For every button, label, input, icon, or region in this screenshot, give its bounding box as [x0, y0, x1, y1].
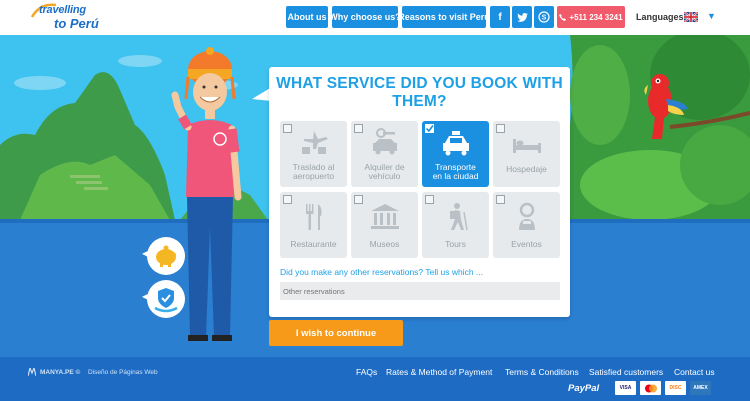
- facebook-icon[interactable]: f: [490, 6, 510, 28]
- service-option-car-rental[interactable]: Alquiler de vehículo: [351, 121, 418, 187]
- service-label: Restaurante: [290, 239, 337, 249]
- service-checkbox[interactable]: [425, 195, 434, 204]
- service-option-museum[interactable]: Museos: [351, 192, 418, 258]
- nav-reasons-visit-peru[interactable]: Reasons to visit Peru: [398, 6, 490, 28]
- panel-title: WHAT SERVICE DID YOU BOOK WITH THEM?: [269, 75, 570, 111]
- airport-icon: [302, 131, 328, 154]
- mastercard-circles-icon: [644, 384, 657, 392]
- language-dropdown-arrow-icon[interactable]: ▼: [707, 11, 716, 21]
- service-option-taxi[interactable]: Transporte en la ciudad: [422, 121, 489, 187]
- skype-symbol-icon: S: [538, 11, 550, 23]
- protection-button[interactable]: [147, 280, 185, 318]
- service-checkbox[interactable]: [283, 195, 292, 204]
- events-icon: [519, 202, 535, 230]
- service-option-lodging[interactable]: Hospedaje: [493, 121, 560, 187]
- phone-button[interactable]: +511 234 3241: [557, 6, 625, 28]
- footer-link-faqs[interactable]: FAQs: [356, 367, 377, 377]
- service-label: aeropuerto: [292, 171, 335, 181]
- car-rental-icon: [373, 128, 397, 155]
- hiking-icon: [450, 203, 468, 231]
- service-checkbox[interactable]: [283, 124, 292, 133]
- continue-button[interactable]: I wish to continue: [269, 320, 403, 346]
- nav-why-choose-us[interactable]: Why choose us?: [329, 6, 401, 28]
- visa-card-icon: VISA: [615, 381, 636, 395]
- footer-link-terms[interactable]: Terms & Conditions: [505, 367, 579, 377]
- logo[interactable]: travelling to Perú: [30, 3, 116, 33]
- manya-logo-icon: [28, 368, 36, 376]
- credit-text[interactable]: Diseño de Páginas Web: [88, 369, 158, 376]
- service-option-restaurant[interactable]: Restaurante: [280, 192, 347, 258]
- phone-number: +511 234 3241: [569, 12, 623, 22]
- service-label: Museos: [369, 239, 400, 249]
- service-checkbox[interactable]: [354, 195, 363, 204]
- twitter-icon[interactable]: [512, 6, 532, 28]
- phone-icon: [559, 13, 567, 21]
- service-label: vehículo: [368, 171, 401, 181]
- side-arrow-icon: ◀: [142, 249, 149, 258]
- skype-icon[interactable]: S: [534, 6, 554, 28]
- twitter-bird-icon: [516, 12, 528, 22]
- service-checkbox[interactable]: [496, 124, 505, 133]
- footer-link-contact[interactable]: Contact us: [674, 367, 715, 377]
- service-checkbox[interactable]: [496, 195, 505, 204]
- panel-title-line2: THEM?: [392, 93, 447, 110]
- svg-text:S: S: [542, 15, 547, 22]
- service-checkbox-checked[interactable]: [425, 124, 434, 133]
- service-panel: WHAT SERVICE DID YOU BOOK WITH THEM? Tra…: [269, 67, 570, 317]
- shield-hand-icon: [154, 288, 178, 313]
- museum-icon: [371, 204, 399, 229]
- other-reservations-question: Did you make any other reservations? Tel…: [280, 267, 483, 277]
- service-label: Tours: [445, 239, 466, 249]
- panel-title-line1: WHAT SERVICE DID YOU BOOK WITH: [276, 75, 563, 92]
- footer-link-satisfied-customers[interactable]: Satisfied customers: [589, 367, 663, 377]
- languages-label: Languages:: [636, 12, 687, 22]
- parrot-illustration: [644, 74, 688, 139]
- other-reservations-input[interactable]: [280, 282, 560, 300]
- uk-flag-icon[interactable]: [684, 12, 698, 22]
- footer: MANYA.PE © Diseño de Páginas Web FAQs Ra…: [0, 357, 750, 401]
- credit-brand[interactable]: MANYA.PE ©: [40, 369, 80, 376]
- savings-button[interactable]: [147, 237, 185, 275]
- service-label: Eventos: [511, 239, 542, 249]
- footer-link-rates-payment[interactable]: Rates & Method of Payment: [386, 367, 492, 377]
- header: travelling to Perú About us Why choose u…: [0, 0, 750, 35]
- nav-about-us[interactable]: About us: [286, 6, 328, 28]
- discover-card-icon: DISC: [665, 381, 686, 395]
- hero-scene: 1 2 3 4 5 ◀ ◀ WHAT SERVICE DID YOU BOOK …: [0, 35, 750, 357]
- restaurant-icon: [306, 204, 322, 230]
- paypal-logo: PayPal: [568, 383, 600, 394]
- logo-line2: to Perú: [54, 16, 99, 31]
- check-icon: [425, 125, 434, 133]
- piggy-bank-icon: [156, 245, 176, 267]
- service-option-events[interactable]: Eventos: [493, 192, 560, 258]
- bed-icon: [513, 139, 541, 153]
- service-label: en la ciudad: [432, 171, 479, 181]
- service-option-tours[interactable]: Tours: [422, 192, 489, 258]
- taxi-icon: [443, 131, 469, 156]
- logo-line1: travelling: [39, 4, 86, 16]
- service-label: Hospedaje: [506, 164, 547, 174]
- service-checkbox[interactable]: [354, 124, 363, 133]
- mastercard-icon: [640, 381, 661, 395]
- amex-card-icon: AMEX: [690, 381, 711, 395]
- service-option-airport[interactable]: Traslado al aeropuerto: [280, 121, 347, 187]
- side-arrow-icon: ◀: [142, 292, 149, 301]
